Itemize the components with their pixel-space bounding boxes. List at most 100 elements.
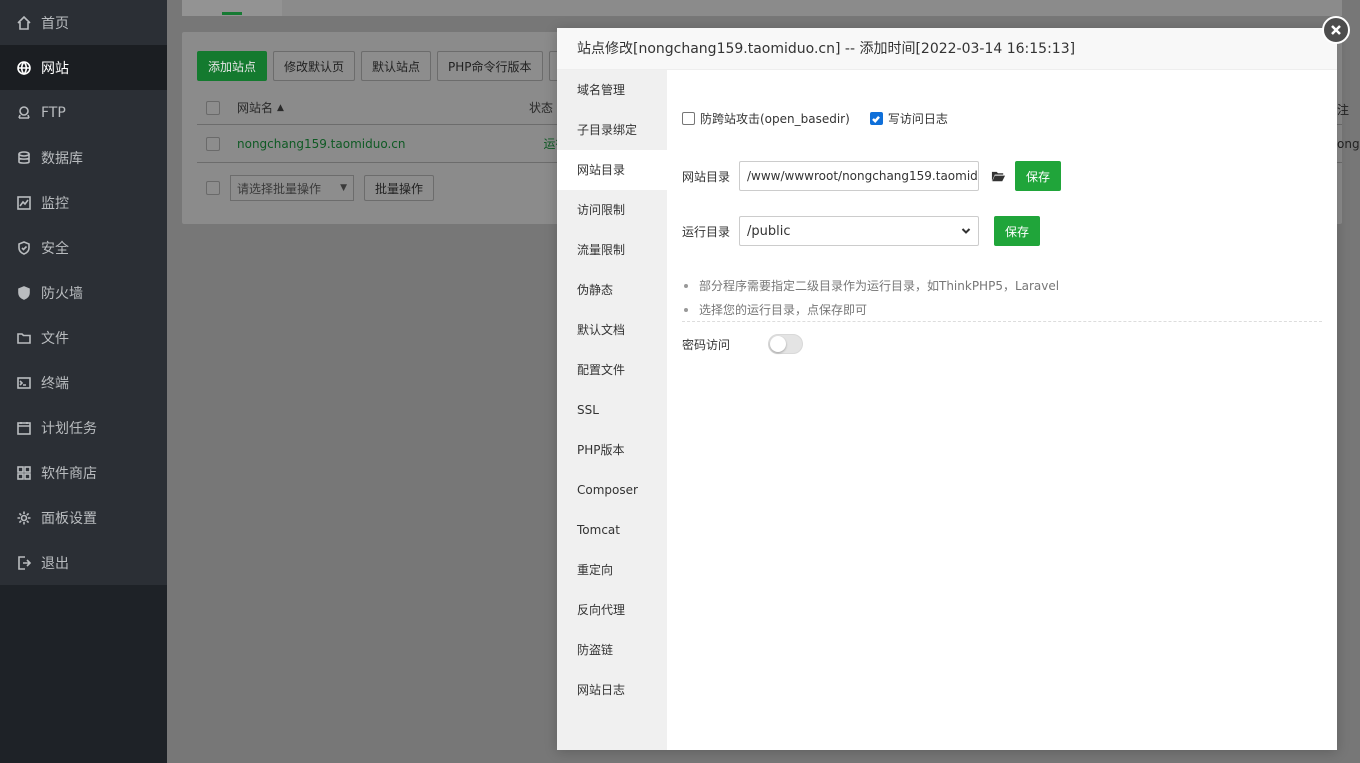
sidebar-item-label: 监控: [41, 195, 69, 212]
sidebar-item-store[interactable]: 软件商店: [0, 450, 167, 495]
sidebar-item-website[interactable]: 网站: [0, 45, 167, 90]
run-dir-row: 运行目录 /public 保存: [682, 216, 1041, 246]
row-checkbox[interactable]: [206, 136, 220, 151]
nav-default-doc[interactable]: 默认文档: [557, 310, 667, 350]
globe-icon: [15, 59, 33, 77]
sidebar-item-home[interactable]: 首页: [0, 0, 167, 45]
database-icon: [15, 149, 33, 167]
run-dir-label: 运行目录: [682, 224, 731, 239]
default-site-button[interactable]: 默认站点: [361, 51, 432, 81]
site-name-link[interactable]: nongchang159.taomiduo.cn: [237, 137, 405, 151]
sidebar-item-label: 数据库: [41, 150, 83, 167]
sidebar-item-settings[interactable]: 面板设置: [0, 495, 167, 540]
nav-site-log[interactable]: 网站日志: [557, 670, 667, 710]
run-dir-select[interactable]: /public: [739, 216, 979, 246]
sidebar-item-terminal[interactable]: 终端: [0, 360, 167, 405]
edit-default-page-button[interactable]: 修改默认页: [273, 51, 356, 81]
save-run-dir-button[interactable]: 保存: [994, 216, 1041, 246]
sidebar-item-database[interactable]: 数据库: [0, 135, 167, 180]
batch-bar: 请选择批量操作 ▼ 批量操作: [197, 175, 435, 201]
toggle-knob: [770, 336, 787, 352]
modal-title: 站点修改[nongchang159.taomiduo.cn] -- 添加时间[2…: [557, 28, 1337, 70]
site-dir-label: 网站目录: [682, 169, 731, 184]
logout-icon: [15, 554, 33, 572]
access-log-checkbox[interactable]: [869, 112, 883, 125]
option-checks: 防跨站攻击(open_basedir) 写访问日志: [682, 110, 948, 127]
sidebar-item-logout[interactable]: 退出: [0, 540, 167, 585]
select-all-checkbox[interactable]: [206, 100, 220, 115]
firewall-icon: [15, 284, 33, 302]
anti-xss-label: 防跨站攻击(open_basedir): [700, 112, 850, 126]
nav-tomcat[interactable]: Tomcat: [557, 510, 667, 550]
calendar-icon: [15, 419, 33, 437]
note-partial: ongc: [1337, 137, 1360, 151]
sidebar-item-label: 面板设置: [41, 510, 97, 527]
nav-hotlink[interactable]: 防盗链: [557, 630, 667, 670]
password-access-row: 密码访问: [682, 334, 804, 354]
sidebar-item-label: 网站: [41, 60, 69, 77]
top-tab-indicator: [222, 12, 242, 15]
batch-select-placeholder: 请选择批量操作: [237, 181, 322, 196]
nav-subdir[interactable]: 子目录绑定: [557, 110, 667, 150]
sidebar-item-files[interactable]: 文件: [0, 315, 167, 360]
column-status: 状态: [528, 101, 553, 115]
nav-php-version[interactable]: PHP版本: [557, 430, 667, 470]
close-modal-button[interactable]: [1322, 16, 1350, 44]
nav-site-dir[interactable]: 网站目录: [557, 150, 667, 190]
sidebar-item-label: 退出: [41, 555, 69, 572]
nav-rewrite[interactable]: 伪静态: [557, 270, 667, 310]
save-site-dir-button[interactable]: 保存: [1015, 161, 1062, 191]
sidebar-item-label: 安全: [41, 240, 69, 257]
folder-icon: [15, 329, 33, 347]
batch-checkbox[interactable]: [206, 181, 220, 195]
anti-xss-checkbox[interactable]: [682, 112, 695, 125]
password-access-label: 密码访问: [682, 337, 731, 352]
top-tab-card: [182, 0, 1342, 16]
folder-open-icon[interactable]: [987, 165, 1009, 187]
add-site-button[interactable]: 添加站点: [197, 51, 268, 81]
site-dir-row: 网站目录 /www/wwwroot/nongchang159.taomiduo.…: [682, 161, 1062, 191]
nav-ssl[interactable]: SSL: [557, 390, 667, 430]
column-note-partial: 注: [1337, 103, 1350, 117]
home-icon: [15, 14, 33, 32]
sidebar-item-firewall[interactable]: 防火墙: [0, 270, 167, 315]
run-dir-value: /public: [747, 223, 791, 239]
sort-asc-icon[interactable]: ▲: [277, 103, 284, 113]
sidebar-item-monitor[interactable]: 监控: [0, 180, 167, 225]
sidebar-item-label: FTP: [41, 104, 66, 121]
batch-action-button[interactable]: 批量操作: [364, 175, 435, 201]
password-access-toggle[interactable]: [768, 334, 804, 354]
sidebar-item-cron[interactable]: 计划任务: [0, 405, 167, 450]
ftp-icon: [15, 104, 33, 122]
nav-composer[interactable]: Composer: [557, 470, 667, 510]
batch-select[interactable]: 请选择批量操作 ▼: [230, 175, 354, 201]
sidebar-item-label: 终端: [41, 375, 69, 392]
nav-access-limit[interactable]: 访问限制: [557, 190, 667, 230]
php-cli-version-button[interactable]: PHP命令行版本: [437, 51, 543, 81]
site-edit-modal: 站点修改[nongchang159.taomiduo.cn] -- 添加时间[2…: [557, 28, 1337, 750]
sidebar: 首页 网站 FTP 数据库 监控 安全 防火墙 文件 终端 计划任务 软件商店 …: [0, 0, 167, 763]
column-site-name[interactable]: 网站名: [237, 99, 273, 116]
nav-redirect[interactable]: 重定向: [557, 550, 667, 590]
nav-config-file[interactable]: 配置文件: [557, 350, 667, 390]
modal-content: 防跨站攻击(open_basedir) 写访问日志 网站目录 /www/wwwr…: [667, 70, 1337, 750]
monitor-icon: [15, 194, 33, 212]
dashed-divider: [682, 321, 1322, 322]
sidebar-item-label: 首页: [41, 15, 69, 32]
shield-icon: [15, 239, 33, 257]
sidebar-item-label: 防火墙: [41, 285, 83, 302]
sidebar-item-ftp[interactable]: FTP: [0, 90, 167, 135]
sidebar-item-label: 软件商店: [41, 465, 97, 482]
site-dir-input[interactable]: /www/wwwroot/nongchang159.taomiduo.cn: [739, 161, 979, 191]
nav-domain[interactable]: 域名管理: [557, 70, 667, 110]
tip-item: 部分程序需要指定二级目录作为运行目录，如ThinkPHP5，Laravel: [682, 274, 1322, 298]
nav-reverse-proxy[interactable]: 反向代理: [557, 590, 667, 630]
modal-nav: 域名管理 子目录绑定 网站目录 访问限制 流量限制 伪静态 默认文档 配置文件 …: [557, 70, 667, 750]
tip-item: 选择您的运行目录，点保存即可: [682, 298, 1322, 322]
sidebar-item-security[interactable]: 安全: [0, 225, 167, 270]
nav-traffic-limit[interactable]: 流量限制: [557, 230, 667, 270]
tips-list: 部分程序需要指定二级目录作为运行目录，如ThinkPHP5，Laravel 选择…: [682, 274, 1322, 322]
chevron-down-icon: ▼: [340, 183, 347, 193]
close-icon: [1331, 25, 1341, 35]
gear-icon: [15, 509, 33, 527]
